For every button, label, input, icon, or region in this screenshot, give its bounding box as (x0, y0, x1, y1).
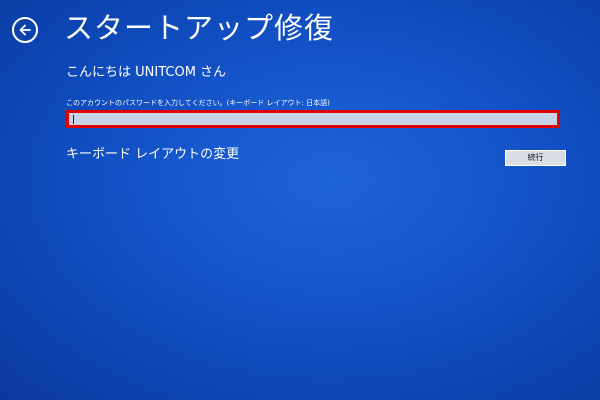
password-input[interactable] (69, 113, 557, 125)
password-label: このアカウントのパスワードを入力してください。(キーボード レイアウト: 日本語… (66, 99, 330, 107)
user-greeting: こんにちは UNITCOM さん (66, 65, 227, 80)
back-arrow-icon (19, 24, 31, 36)
back-button[interactable] (12, 17, 38, 43)
page-title: スタートアップ修復 (64, 11, 335, 45)
text-caret (73, 115, 74, 124)
change-keyboard-layout-link[interactable]: キーボード レイアウトの変更 (66, 146, 239, 164)
password-field-highlight (66, 110, 560, 128)
continue-button[interactable]: 続行 (505, 150, 566, 166)
